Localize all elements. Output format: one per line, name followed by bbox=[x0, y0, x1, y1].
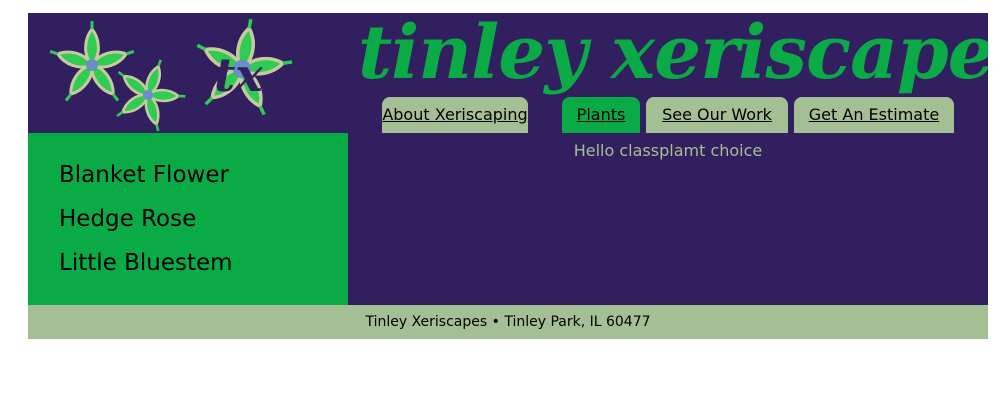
sidebar-item-hedge-rose[interactable]: Hedge Rose bbox=[59, 201, 348, 245]
tab-about-xeriscaping[interactable]: About Xeriscaping bbox=[382, 97, 528, 133]
hello-message: Hello classplamt choice bbox=[573, 141, 763, 160]
page-wrapper: tx tinley xeriscapes About Xeriscaping P… bbox=[28, 13, 988, 339]
plant-sidebar: Blanket Flower Hedge Rose Little Blueste… bbox=[28, 133, 348, 305]
browser-top-strip bbox=[0, 0, 1007, 6]
site-title: tinley xeriscapes bbox=[358, 13, 988, 96]
tab-get-an-estimate[interactable]: Get An Estimate bbox=[794, 97, 954, 133]
sidebar-item-little-bluestem[interactable]: Little Bluestem bbox=[59, 245, 348, 289]
main-content: Hello classplamt choice bbox=[348, 133, 988, 305]
tab-plants[interactable]: Plants bbox=[562, 97, 640, 133]
svg-text:tx: tx bbox=[214, 48, 263, 102]
site-footer: Tinley Xeriscapes • Tinley Park, IL 6047… bbox=[28, 305, 988, 339]
site-header: tx tinley xeriscapes About Xeriscaping P… bbox=[28, 13, 988, 133]
tab-see-our-work[interactable]: See Our Work bbox=[646, 97, 788, 133]
sidebar-item-blanket-flower[interactable]: Blanket Flower bbox=[59, 157, 348, 201]
flower-logo-icon: tx bbox=[46, 16, 295, 133]
plant-list: Blanket Flower Hedge Rose Little Blueste… bbox=[28, 133, 348, 289]
